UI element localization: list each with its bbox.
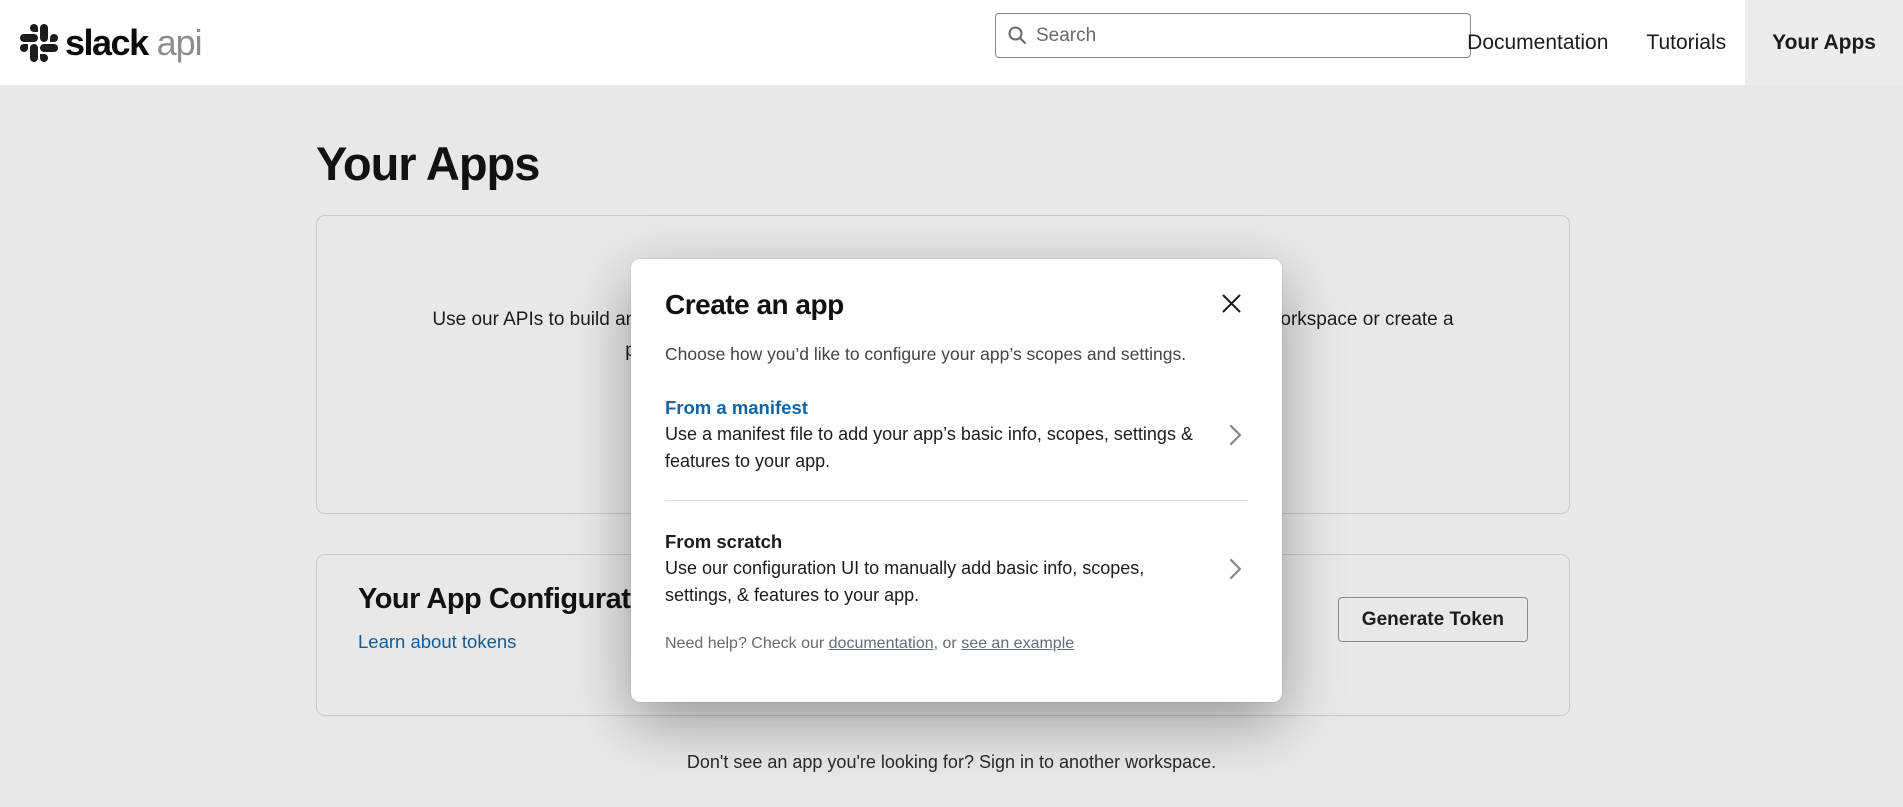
chevron-right-icon: [1229, 558, 1242, 580]
help-middle: , or: [934, 635, 962, 652]
close-icon[interactable]: [1218, 291, 1244, 317]
modal-help-text: Need help? Check our documentation, or s…: [665, 635, 1248, 653]
header-nav: Documentation Tutorials Your Apps: [1448, 0, 1903, 85]
option-from-manifest[interactable]: From a manifest Use a manifest file to a…: [665, 394, 1248, 475]
chevron-right-icon: [1229, 424, 1242, 446]
option-from-manifest-description: Use a manifest file to add your app’s ba…: [665, 421, 1204, 475]
modal-divider: [665, 500, 1248, 501]
header: slack api Documentation Tutorials Your A…: [0, 0, 1903, 86]
search-box: [995, 13, 1471, 58]
search-input[interactable]: [1036, 14, 1470, 57]
option-from-manifest-title: From a manifest: [665, 394, 1204, 421]
logo-suffix-text: api: [157, 22, 202, 64]
modal-title: Create an app: [665, 289, 1248, 321]
nav-your-apps[interactable]: Your Apps: [1745, 0, 1903, 85]
option-from-scratch-description: Use our configuration UI to manually add…: [665, 555, 1204, 609]
create-app-modal: Create an app Choose how you’d like to c…: [631, 259, 1282, 702]
search-icon: [1008, 26, 1027, 45]
help-prefix: Need help? Check our: [665, 635, 829, 652]
logo-brand-text: slack: [65, 22, 148, 64]
slack-api-page: slack api Documentation Tutorials Your A…: [0, 0, 1903, 807]
slack-logo[interactable]: slack api: [20, 22, 202, 64]
nav-documentation[interactable]: Documentation: [1448, 0, 1627, 85]
nav-tutorials[interactable]: Tutorials: [1627, 0, 1745, 85]
documentation-link[interactable]: documentation: [829, 635, 934, 652]
slack-hash-icon: [20, 24, 58, 62]
option-from-scratch[interactable]: From scratch Use our configuration UI to…: [665, 528, 1248, 609]
modal-subtitle: Choose how you’d like to configure your …: [665, 344, 1248, 365]
see-an-example-link[interactable]: see an example: [961, 635, 1074, 652]
option-from-scratch-title: From scratch: [665, 528, 1204, 555]
